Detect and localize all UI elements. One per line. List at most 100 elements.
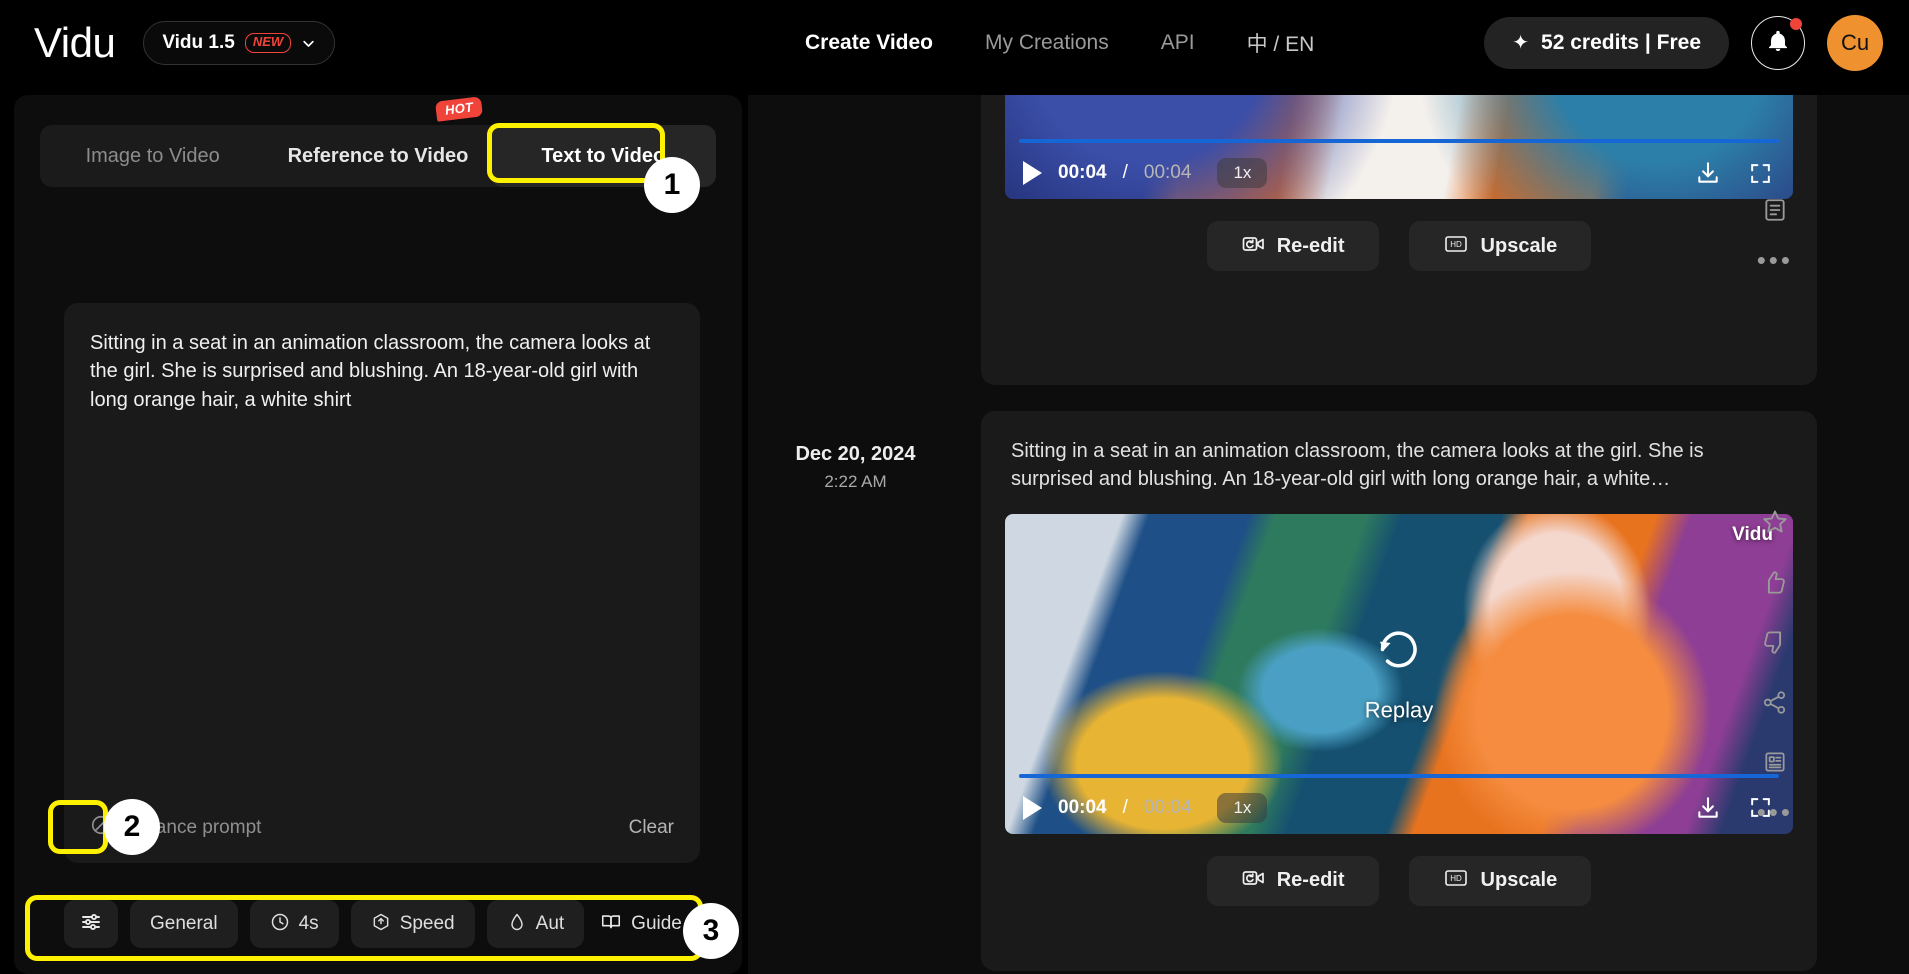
video-player[interactable]: Vidu Replay 00:04 / 00:04 1x [1005,513,1793,834]
card-time: 2:22 AM [824,472,887,491]
upscale-label: Upscale [1480,869,1558,892]
guide-button[interactable]: Guide [596,900,682,948]
more-options-icon[interactable]: ••• [1757,246,1793,273]
hexagon-icon [371,912,391,937]
tab-text-to-video[interactable]: Text to Video [490,125,716,187]
upscale-button[interactable]: HD Upscale [1408,855,1592,906]
replay-button[interactable]: Replay [1365,624,1433,723]
nav-create-video[interactable]: Create Video [805,31,933,55]
app-header: Vidu Vidu 1.5 NEW Create Video My Creati… [0,0,1909,86]
header-right-group: ✦ 52 credits | Free Cu [1484,0,1883,86]
re-edit-icon [1241,232,1265,261]
share-icon[interactable] [1760,687,1790,717]
language-switcher[interactable]: 中 / EN [1247,28,1315,58]
sparkle-icon: ✦ [1512,32,1530,54]
thumbs-down-icon[interactable] [1760,627,1790,657]
card-media: 00:04 / 00:04 1x [981,95,1817,199]
creation-card: 00:04 / 00:04 1x Re-edit HD Upscale ••• [981,95,1817,385]
nav-api[interactable]: API [1161,31,1195,55]
video-controls: 00:04 / 00:04 1x [1005,147,1793,199]
svg-text:HD: HD [1450,240,1462,249]
chip-style-general[interactable]: General [130,900,238,948]
card-media: Vidu Replay 00:04 / 00:04 1x [981,513,1817,834]
clock-icon [270,912,290,937]
prompt-footer: Enhance prompt Clear [90,814,674,841]
bell-icon [1766,29,1790,58]
card-side-actions: ••• [1757,195,1793,274]
enhance-prompt-toggle[interactable]: Enhance prompt [90,814,261,841]
thumbs-up-icon[interactable] [1760,567,1790,597]
new-badge: NEW [244,33,292,53]
chip-auto-style[interactable]: Aut [486,900,585,948]
playback-speed-button[interactable]: 1x [1217,158,1268,188]
card-side-actions: ••• [1757,507,1793,826]
tab-reference-label: Reference to Video [287,144,469,167]
mode-tabs: Image to Video Reference to Video HOT Te… [40,96,716,187]
settings-chips-row: General 4s Speed Aut Guide [64,895,716,953]
fullscreen-icon[interactable] [1745,158,1775,188]
re-edit-icon [1241,866,1265,895]
replay-icon [1374,624,1424,679]
hd-icon: HD [1443,865,1469,896]
card-description-text: Sitting in a seat in an animation classr… [1011,440,1704,491]
chip-general-label: General [150,913,218,934]
credits-button[interactable]: ✦ 52 credits | Free [1484,17,1729,69]
video-time-current: 00:04 [1058,162,1107,183]
hd-icon: HD [1443,231,1469,262]
details-icon[interactable] [1760,747,1790,777]
notification-dot [1790,18,1802,30]
advanced-settings-button[interactable] [64,900,118,948]
chip-duration-label: 4s [298,913,319,934]
no-enhance-icon [90,814,112,841]
clear-prompt-button[interactable]: Clear [629,817,674,839]
create-panel: Image to Video Reference to Video HOT Te… [14,95,742,974]
time-separator: / [1122,796,1128,818]
tab-image-to-video[interactable]: Image to Video [40,125,265,187]
card-action-buttons: Re-edit HD Upscale [981,834,1817,930]
favorite-icon[interactable] [1760,507,1790,537]
upscale-button[interactable]: HD Upscale [1408,221,1592,271]
replay-label: Replay [1364,697,1434,723]
video-time-total: 00:04 [1143,796,1192,818]
sliders-icon [79,910,103,939]
book-icon [600,911,622,938]
video-time-total: 00:04 [1143,162,1192,183]
tab-reference-to-video[interactable]: Reference to Video HOT [265,96,490,187]
app-logo[interactable]: Vidu [34,22,116,64]
enhance-prompt-label: Enhance prompt [122,816,262,838]
guide-label: Guide [631,913,682,934]
details-icon[interactable] [1760,195,1790,225]
video-player[interactable]: 00:04 / 00:04 1x [1005,95,1793,199]
playback-speed-button[interactable]: 1x [1217,792,1268,823]
re-edit-button[interactable]: Re-edit [1206,855,1379,906]
re-edit-label: Re-edit [1276,234,1345,257]
model-name: Vidu 1.5 [162,32,235,53]
upscale-label: Upscale [1480,234,1558,257]
chip-duration[interactable]: 4s [249,900,339,948]
card-timestamp: Dec 20, 2024 2:22 AM [748,443,963,492]
video-progress-bar[interactable] [1019,139,1779,143]
play-button[interactable] [1023,161,1042,185]
card-action-buttons: Re-edit HD Upscale [981,199,1817,295]
main-nav: Create Video My Creations API 中 / EN [805,0,1314,86]
notifications-button[interactable] [1751,16,1805,70]
credits-label: 52 credits | Free [1541,31,1701,54]
download-icon[interactable] [1693,158,1723,188]
chip-speed-label: Speed [399,913,455,934]
chip-speed[interactable]: Speed [350,900,475,948]
download-icon[interactable] [1693,793,1723,823]
more-options-icon[interactable]: ••• [1757,798,1793,825]
prompt-input[interactable]: Sitting in a seat in an animation classr… [90,329,674,414]
video-controls: 00:04 / 00:04 1x [1005,782,1793,834]
user-avatar[interactable]: Cu [1827,15,1883,71]
play-button[interactable] [1023,795,1042,820]
chevron-down-icon [301,36,316,51]
re-edit-button[interactable]: Re-edit [1206,221,1379,271]
model-selector[interactable]: Vidu 1.5 NEW [143,21,336,65]
video-controls-right [1693,158,1775,188]
style-icon [507,912,527,937]
svg-text:HD: HD [1450,874,1462,883]
video-progress-bar[interactable] [1019,773,1779,778]
card-description: Sitting in a seat in an animation classr… [981,411,1817,514]
nav-my-creations[interactable]: My Creations [985,31,1109,55]
